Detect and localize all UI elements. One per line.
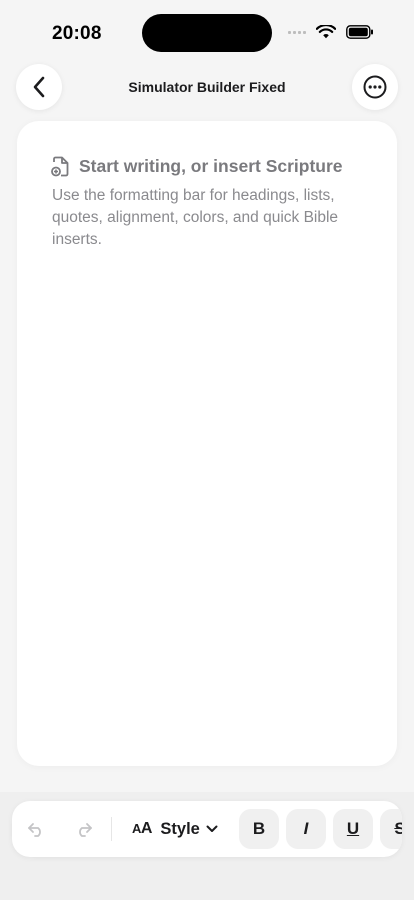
undo-button[interactable] bbox=[22, 815, 50, 843]
italic-button[interactable]: I bbox=[286, 809, 326, 849]
placeholder-description: Use the formatting bar for headings, lis… bbox=[52, 187, 339, 248]
status-time: 20:08 bbox=[52, 23, 102, 44]
placeholder-title: Start writing, or insert Scripture bbox=[79, 156, 343, 176]
undo-icon bbox=[28, 823, 41, 837]
placeholder-heading: Start writing, or insert Scripture bbox=[51, 156, 343, 177]
more-options-button[interactable] bbox=[352, 64, 398, 110]
style-menu-button[interactable]: A A Style bbox=[132, 813, 218, 845]
status-icons bbox=[288, 25, 374, 39]
text-size-icon: A A bbox=[132, 820, 153, 837]
screen: 20:08 Simulator Builder Fixed Start writ… bbox=[0, 0, 414, 900]
formatting-toolbar: A A Style B I U S bbox=[12, 801, 402, 857]
editor-text-area[interactable]: Start writing, or insert Scripture Use t… bbox=[17, 121, 397, 766]
bold-button[interactable]: B bbox=[239, 809, 279, 849]
ellipsis-circle-icon bbox=[363, 75, 387, 99]
toolbar-divider bbox=[111, 817, 112, 841]
underline-button[interactable]: U bbox=[333, 809, 373, 849]
redo-button[interactable] bbox=[70, 815, 98, 843]
redo-icon bbox=[79, 823, 92, 837]
style-label: Style bbox=[160, 819, 200, 838]
document-add-icon bbox=[51, 156, 69, 177]
wifi-icon bbox=[316, 25, 336, 39]
chevron-down-icon bbox=[206, 825, 218, 832]
battery-icon bbox=[346, 25, 373, 39]
cellular-signal-icon bbox=[288, 30, 306, 34]
strikethrough-button[interactable]: S bbox=[380, 809, 402, 849]
dynamic-island bbox=[142, 14, 272, 52]
